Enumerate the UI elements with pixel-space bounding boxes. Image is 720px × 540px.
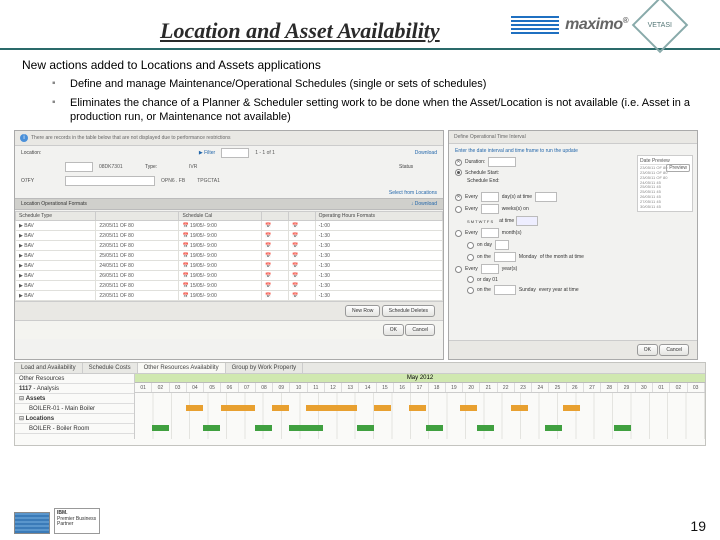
business-partner-badge: IBM.Premier Business Partner	[54, 508, 100, 534]
tab-load[interactable]: Load and Availability	[15, 363, 83, 373]
ok-button[interactable]: OK	[383, 324, 404, 336]
loc-field[interactable]	[65, 162, 93, 172]
radio-every-month[interactable]	[455, 230, 462, 237]
status-label: Status	[399, 164, 437, 170]
gantt-loc-boiler[interactable]: BOILER - Boiler Room	[15, 424, 134, 434]
table-row[interactable]: ▶ BAV25/05/11 OF 80📅 19/05/- 9:00📅📅-1:30	[16, 251, 443, 261]
new-row-button[interactable]: New Row	[345, 305, 380, 317]
info-banner: There are records in the table below tha…	[31, 135, 231, 141]
maximo-logo: maximo®	[565, 16, 628, 34]
gantt-bars	[135, 393, 705, 439]
select-link[interactable]: Select from Locations	[389, 190, 437, 196]
table-row[interactable]: ▶ BAV24/05/11 OF 80📅 19/05/- 9:00📅📅-1:30	[16, 261, 443, 271]
desc-field[interactable]	[65, 176, 155, 186]
location-label: Location:	[21, 150, 59, 156]
gantt-analysis-row: 1117 - Analysis	[15, 384, 134, 394]
duration-field[interactable]	[488, 157, 516, 167]
table-row[interactable]: ▶ BAV22/05/11 OF 80📅 19/05/- 9:00📅📅-1:00	[16, 221, 443, 231]
bullet-2: Eliminates the chance of a Planner & Sch…	[52, 97, 698, 125]
series-field[interactable]	[221, 148, 249, 158]
table-row[interactable]: ▶ BAV26/05/11 OF 80📅 19/05/- 9:00📅📅-1:30	[16, 271, 443, 281]
logo-area: maximo® VETASI	[511, 5, 680, 45]
screenshot-interval: Define Operational Time Interval Enter t…	[448, 130, 698, 360]
gantt-locations-group[interactable]: ⊟ Locations	[15, 414, 134, 424]
ibm-block-icon	[14, 512, 50, 534]
schedule-deletes-button[interactable]: Schedule Deletes	[382, 305, 435, 317]
radio-every-day[interactable]	[455, 194, 462, 201]
radio-every-year[interactable]	[455, 266, 462, 273]
table-row[interactable]: ▶ BAV22/05/11 OF 80📅 19/05/- 9:00📅📅-1:30	[16, 291, 443, 301]
opn-value: OPN6 . FB	[161, 178, 185, 184]
table-row[interactable]: ▶ BAV22/05/11 OF 80📅 19/05/- 9:00📅📅-1:30	[16, 231, 443, 241]
screenshot-locations: iThere are records in the table below th…	[14, 130, 444, 360]
tab-costs[interactable]: Schedule Costs	[83, 363, 138, 373]
gantt-asset-boiler[interactable]: BOILER-01 - Main Boiler	[15, 404, 134, 414]
page-title: Location and Asset Availability	[160, 18, 440, 44]
schedule-table: Schedule TypeSchedule CalOperating Hours…	[15, 211, 443, 301]
tab-group[interactable]: Group by Work Property	[226, 363, 304, 373]
type-label: Type:	[145, 164, 183, 170]
table-row[interactable]: ▶ BAV22/05/11 OF 80📅 19/05/- 9:00📅📅-1:30	[16, 241, 443, 251]
info-icon: i	[20, 134, 28, 142]
gantt-month: May 2012	[135, 374, 705, 383]
download-link[interactable]: Download	[415, 150, 437, 156]
vetasi-badge: VETASI	[632, 0, 689, 53]
filter-link[interactable]: ▶ Filter	[199, 150, 215, 156]
intro-text: New actions added to Locations and Asset…	[22, 58, 698, 72]
tab-other[interactable]: Other Resources Availability	[138, 363, 226, 373]
dialog-title: Define Operational Time Interval	[449, 131, 697, 144]
dialog-hint: Enter the date interval and time frame t…	[455, 148, 691, 154]
download-link-2[interactable]: ↓ Download	[411, 201, 437, 207]
gantt-left-header: Other Resources	[15, 374, 134, 384]
table-row[interactable]: ▶ BAV22/05/11 OF 80📅 15/05/- 9:00📅📅-1:30	[16, 281, 443, 291]
radio-duration[interactable]	[455, 159, 462, 166]
radio-sched-start[interactable]	[455, 169, 462, 176]
page-number: 19	[690, 518, 706, 534]
gantt-availability: Load and Availability Schedule Costs Oth…	[14, 362, 706, 446]
ibm-logo	[511, 16, 559, 34]
cancel-button-2[interactable]: Cancel	[659, 344, 689, 356]
section-title: Location Operational Formats	[21, 201, 87, 207]
preview-button[interactable]: Preview	[666, 164, 690, 172]
nav-count: 1 - 1 of 1	[255, 150, 275, 156]
tank-value: TPGCTA1	[197, 178, 220, 184]
radio-every-week[interactable]	[455, 206, 462, 213]
cancel-button[interactable]: Cancel	[405, 324, 435, 336]
ok-button-2[interactable]: OK	[637, 344, 658, 356]
loc-value: 08DK7301	[99, 164, 139, 170]
type-value: IVR	[189, 164, 197, 170]
gantt-assets-group[interactable]: ⊟ Assets	[15, 394, 134, 404]
date-preview-box: Date Preview Preview 23/05/11 OF 8023/05…	[637, 155, 693, 212]
bullet-1: Define and manage Maintenance/Operationa…	[52, 78, 698, 92]
